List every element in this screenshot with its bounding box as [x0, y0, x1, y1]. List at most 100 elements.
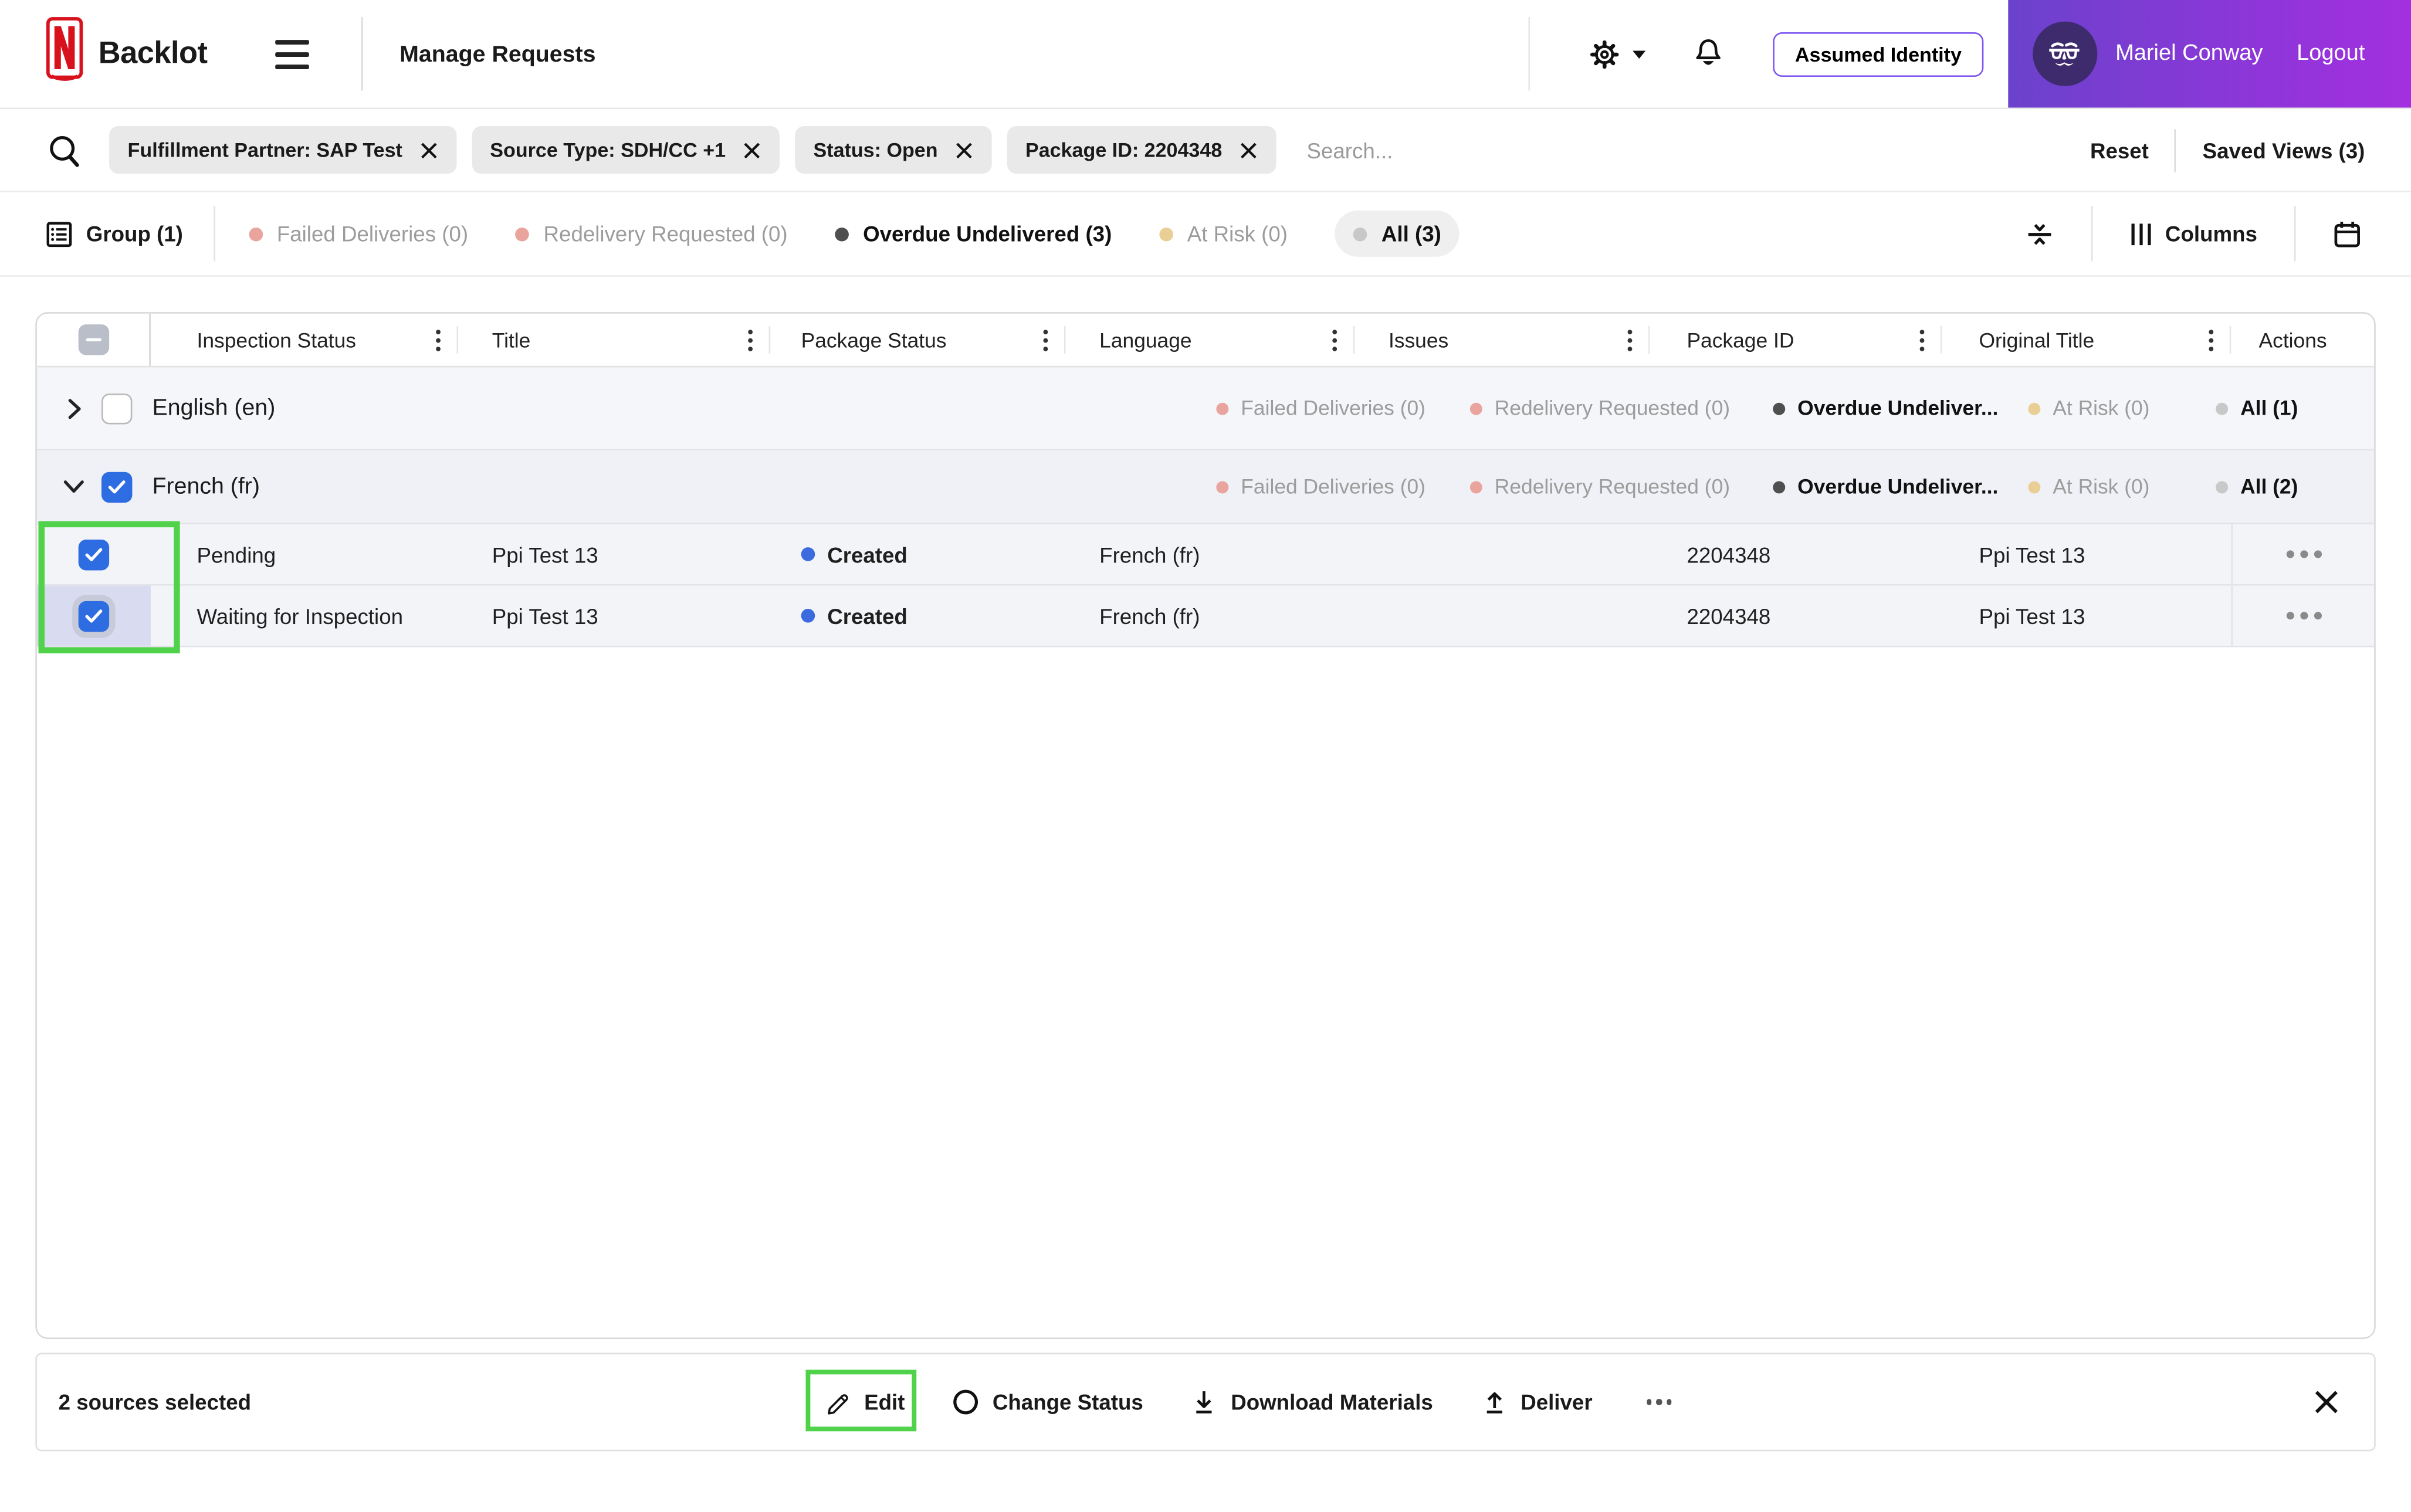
- avatar[interactable]: [2032, 21, 2097, 86]
- calendar-icon[interactable]: [2332, 219, 2362, 249]
- group-badge-redelivery-requested: Redelivery Requested (0): [1469, 396, 1730, 420]
- columns-button[interactable]: Columns: [2130, 221, 2257, 247]
- column-header-original-title[interactable]: Original Title: [1942, 314, 2231, 366]
- cell-package-id: 2204348: [1687, 541, 1771, 567]
- cell-original-title: Ppi Test 13: [1979, 541, 2085, 567]
- filter-chip-package-id[interactable]: Package ID: 2204348: [1007, 126, 1276, 174]
- tab-redelivery-requested[interactable]: Redelivery Requested (0): [516, 221, 788, 246]
- group-badge-at-risk: At Risk (0): [2028, 475, 2149, 498]
- select-all-checkbox[interactable]: [78, 324, 110, 355]
- column-menu-icon[interactable]: [1913, 328, 1942, 351]
- group-badge-failed-deliveries: Failed Deliveries (0): [1216, 475, 1425, 498]
- row-density-icon[interactable]: [2025, 219, 2054, 249]
- cell-package-id: 2204348: [1687, 603, 1771, 628]
- status-dot: [1353, 226, 1368, 241]
- group-button[interactable]: Group (1): [46, 221, 183, 247]
- deliver-upload-icon: [1486, 1392, 1502, 1413]
- chip-close-icon[interactable]: [1239, 141, 1257, 159]
- group-badge-at-risk: At Risk (0): [2028, 396, 2149, 420]
- column-menu-icon[interactable]: [741, 328, 770, 351]
- chip-close-icon[interactable]: [743, 141, 761, 159]
- notifications-bell-icon[interactable]: [1694, 37, 1724, 71]
- created-status-dot: [801, 608, 815, 623]
- select-all-cell: [37, 313, 151, 366]
- top-bar: Backlot Manage Requests Assumed Identity…: [0, 0, 2411, 110]
- status-dot: [516, 226, 530, 241]
- column-menu-icon[interactable]: [1037, 328, 1066, 351]
- edit-button[interactable]: Edit: [824, 1388, 905, 1416]
- group-row-english[interactable]: English (en) Failed Deliveries (0) Redel…: [36, 367, 2375, 451]
- status-dot: [249, 226, 263, 241]
- assumed-identity-button[interactable]: Assumed Identity: [1773, 31, 1983, 76]
- chip-close-icon[interactable]: [954, 141, 973, 159]
- row-checkbox[interactable]: [78, 538, 110, 570]
- tab-at-risk[interactable]: At Risk (0): [1159, 221, 1288, 246]
- tab-all[interactable]: All (3): [1335, 211, 1460, 257]
- netflix-logo-icon[interactable]: [46, 17, 83, 91]
- bulk-actions: Edit Change Status Download Materials De…: [824, 1354, 1678, 1450]
- hamburger-menu-icon[interactable]: [269, 33, 315, 74]
- column-menu-icon[interactable]: [1325, 328, 1355, 351]
- cell-title: Ppi Test 13: [492, 603, 598, 628]
- status-tabs: Failed Deliveries (0) Redelivery Request…: [249, 211, 1460, 257]
- table-row[interactable]: Waiting for Inspection Ppi Test 13 Creat…: [36, 585, 2375, 647]
- group-checkbox[interactable]: [101, 471, 133, 502]
- column-header-language[interactable]: Language: [1065, 314, 1355, 366]
- group-badge-overdue-undelivered: Overdue Undeliver...: [1773, 475, 1998, 498]
- logout-button[interactable]: Logout: [2297, 42, 2365, 66]
- column-header-actions: Actions: [2258, 328, 2327, 351]
- change-status-button[interactable]: Change Status: [953, 1388, 1143, 1416]
- cell-inspection-status: Waiting for Inspection: [197, 603, 404, 628]
- group-label: English (en): [152, 395, 276, 422]
- column-menu-icon[interactable]: [429, 328, 458, 351]
- pencil-icon: [828, 1394, 848, 1415]
- top-bar-right: Assumed Identity Mariel Conway Logout: [1529, 0, 2411, 108]
- column-header-package-id[interactable]: Package ID: [1650, 314, 1942, 366]
- row-actions-menu[interactable]: [2231, 524, 2374, 585]
- group-row-french[interactable]: French (fr) Failed Deliveries (0) Redeli…: [36, 450, 2375, 524]
- close-icon[interactable]: [2312, 1388, 2340, 1416]
- column-menu-icon[interactable]: [1621, 328, 1650, 351]
- more-actions-icon[interactable]: [1640, 1393, 1678, 1411]
- filter-bar: Fulfillment Partner: SAP Test Source Typ…: [0, 109, 2411, 192]
- tab-overdue-undelivered[interactable]: Overdue Undelivered (3): [835, 221, 1112, 246]
- row-actions-menu[interactable]: [2231, 585, 2374, 646]
- filter-chip-status[interactable]: Status: Open: [795, 126, 992, 174]
- filter-chip-fulfillment-partner[interactable]: Fulfillment Partner: SAP Test: [109, 126, 456, 174]
- disguise-icon: [2049, 42, 2080, 65]
- filter-chips: Fulfillment Partner: SAP Test Source Typ…: [109, 126, 1276, 174]
- column-menu-icon[interactable]: [2202, 328, 2231, 351]
- chevron-down-icon[interactable]: [63, 480, 84, 494]
- search-input[interactable]: [1303, 135, 2090, 164]
- user-block: Mariel Conway Logout: [2007, 0, 2411, 108]
- download-materials-button[interactable]: Download Materials: [1191, 1388, 1433, 1416]
- group-badge-overdue-undelivered: Overdue Undeliver...: [1773, 396, 1998, 420]
- row-checkbox[interactable]: [78, 600, 110, 632]
- divider: [2294, 206, 2296, 262]
- row-checkbox-cell: [37, 524, 151, 584]
- app-name: Backlot: [98, 36, 208, 70]
- tab-failed-deliveries[interactable]: Failed Deliveries (0): [249, 221, 468, 246]
- filter-chip-source-type[interactable]: Source Type: SDH/CC +1: [471, 126, 780, 174]
- chip-close-icon[interactable]: [419, 141, 438, 159]
- deliver-button[interactable]: Deliver: [1481, 1388, 1593, 1416]
- user-name: Mariel Conway: [2115, 41, 2263, 66]
- search-icon[interactable]: [46, 131, 83, 168]
- table-header-row: Inspection Status Title Package Status L…: [36, 313, 2375, 368]
- column-header-issues[interactable]: Issues: [1355, 314, 1650, 366]
- cell-inspection-status: Pending: [197, 541, 276, 567]
- reset-button[interactable]: Reset: [2090, 138, 2149, 162]
- table-row[interactable]: Pending Ppi Test 13 Created French (fr) …: [36, 524, 2375, 586]
- settings-menu-button[interactable]: [1589, 38, 1648, 70]
- row-checkbox-cell: [36, 585, 151, 646]
- group-checkbox[interactable]: [101, 392, 133, 424]
- divider: [361, 16, 363, 91]
- column-header-inspection-status[interactable]: Inspection Status: [151, 314, 459, 366]
- chevron-right-icon[interactable]: [63, 398, 84, 419]
- chevron-down-icon: [1633, 50, 1647, 58]
- column-header-title[interactable]: Title: [458, 314, 771, 366]
- column-header-package-status[interactable]: Package Status: [770, 314, 1066, 366]
- saved-views-button[interactable]: Saved Views (3): [2203, 138, 2365, 162]
- requests-table: Inspection Status Title Package Status L…: [35, 312, 2376, 1340]
- divider: [2175, 128, 2177, 172]
